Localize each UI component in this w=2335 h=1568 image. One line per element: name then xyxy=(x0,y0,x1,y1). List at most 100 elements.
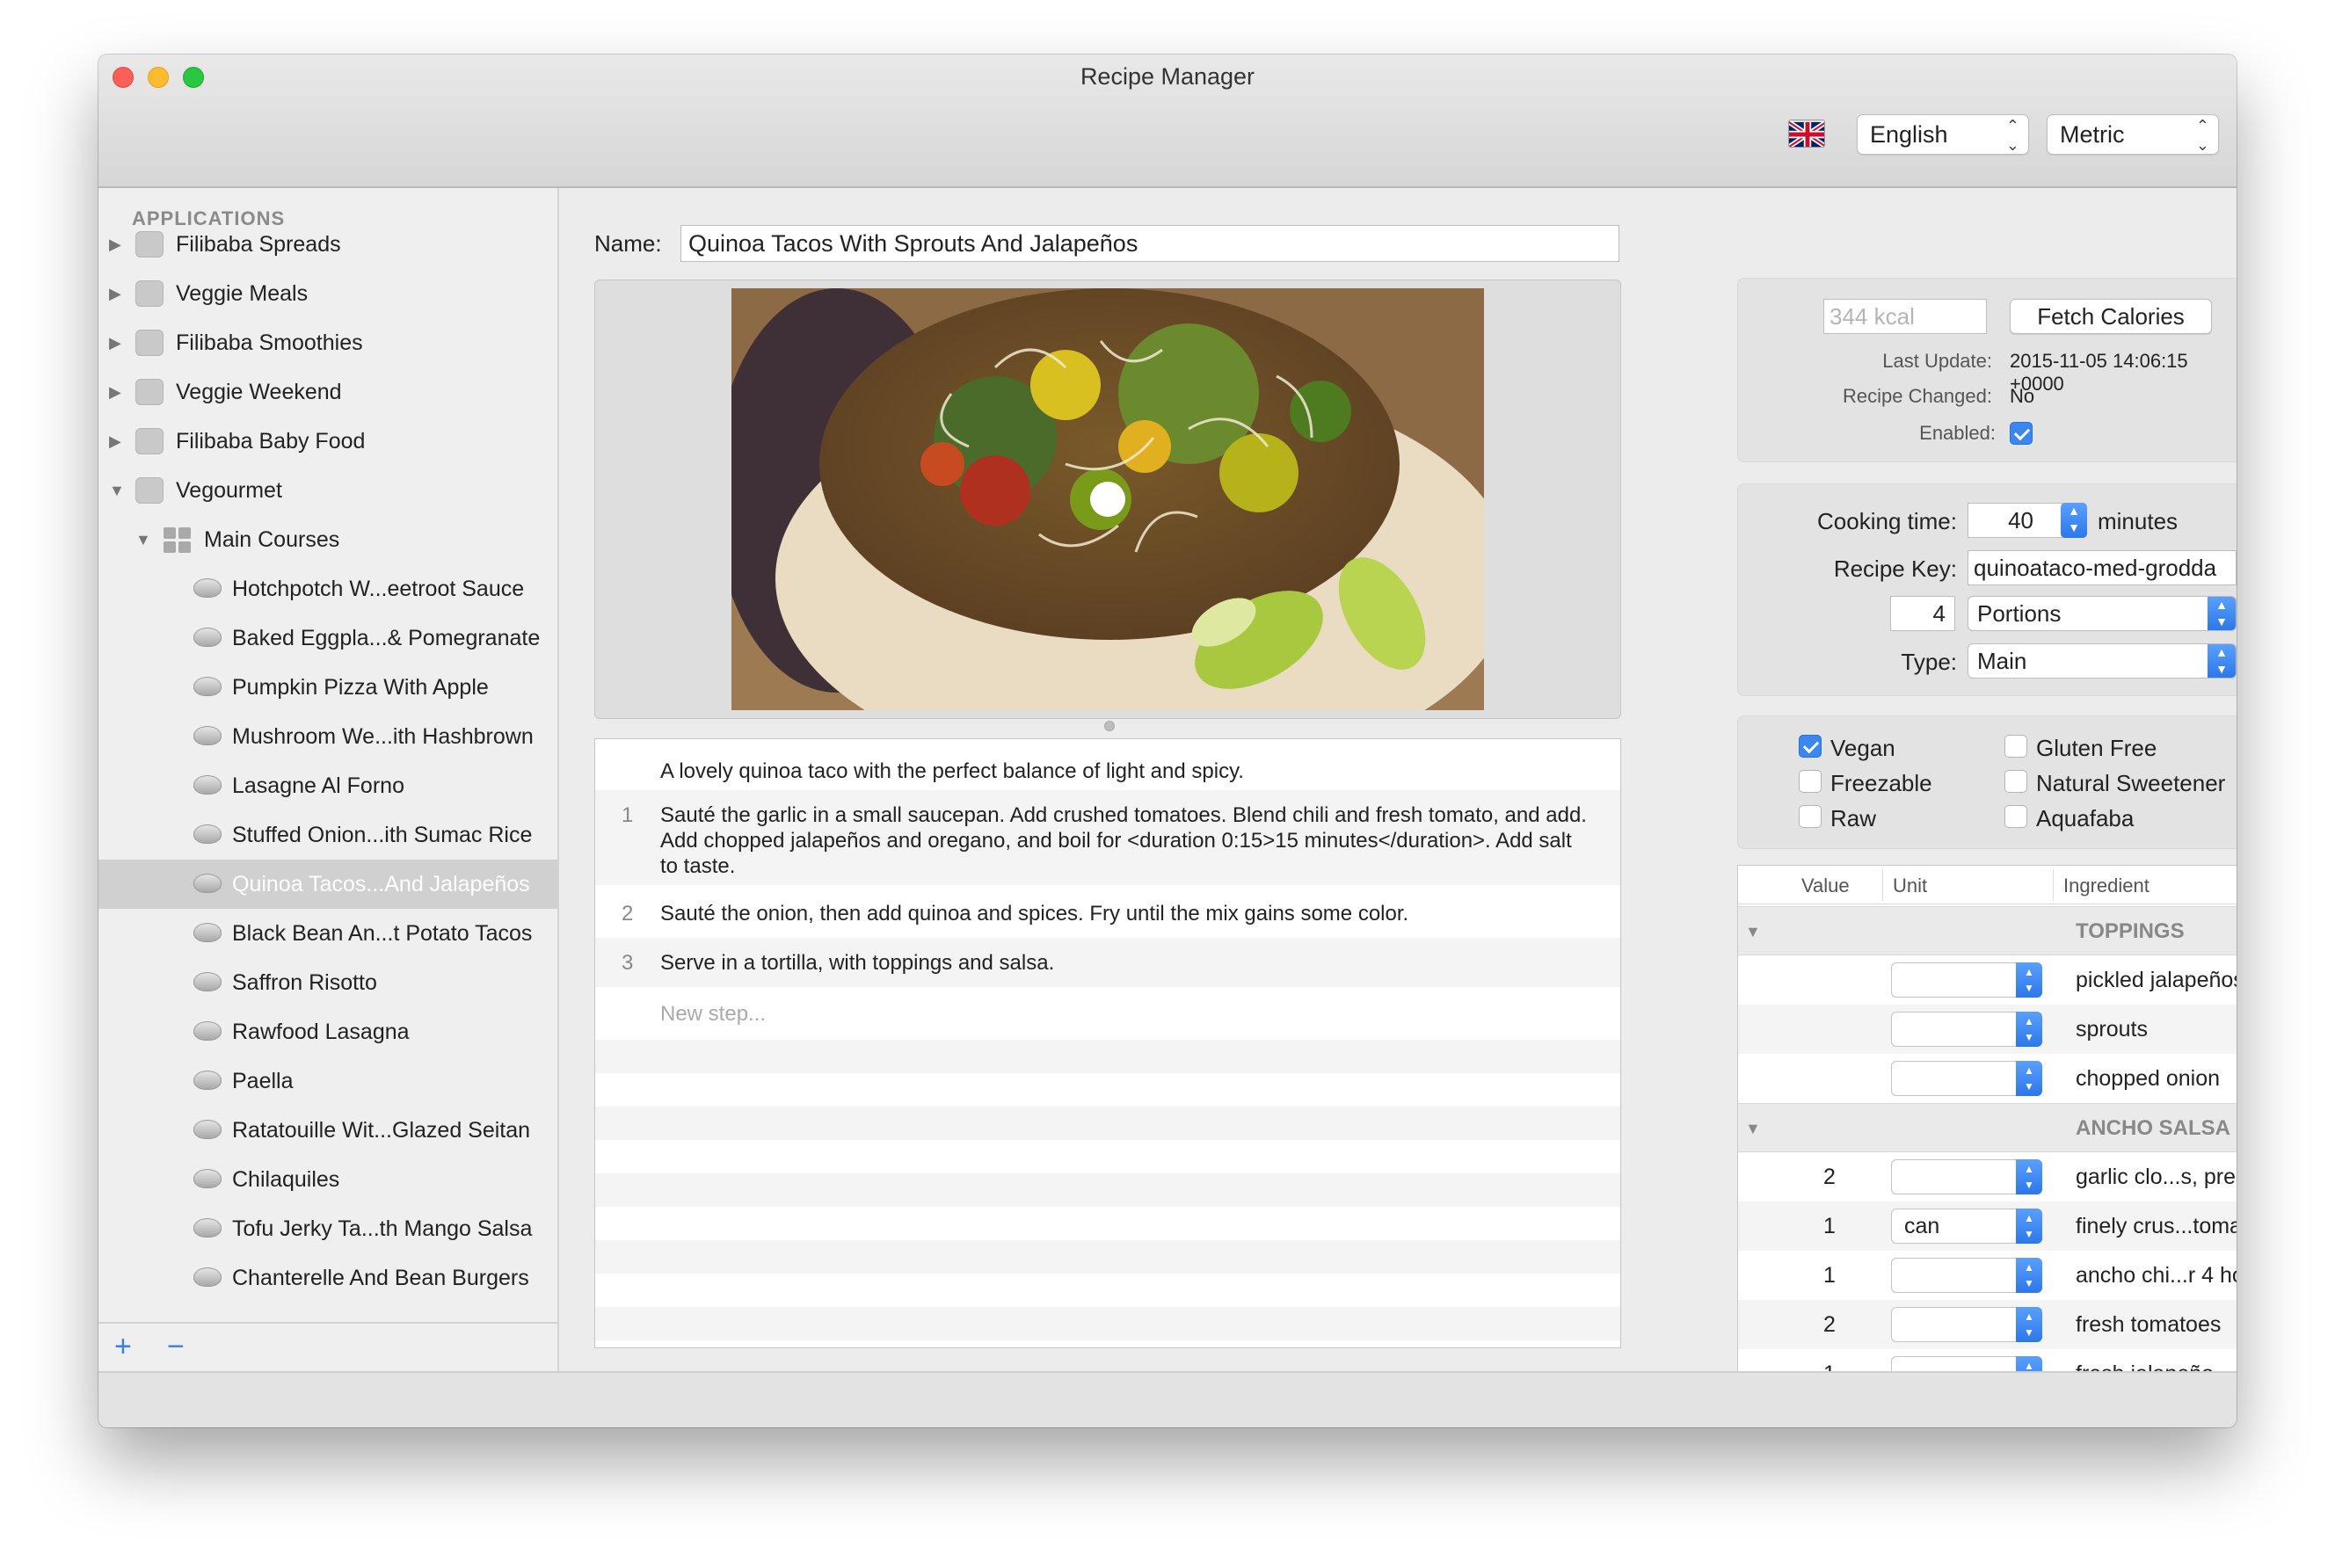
disclosure-open-icon[interactable]: ▼ xyxy=(135,515,151,564)
sidebar-recipe-label: Quinoa Tacos...And Jalapeños xyxy=(232,872,530,897)
sidebar-recipe-item[interactable]: Chilaquiles xyxy=(98,1155,557,1204)
language-select[interactable]: English ⌃ ⌄ xyxy=(1857,114,2029,155)
sidebar-recipe-item[interactable]: Lasagne Al Forno xyxy=(98,761,557,810)
ingredient-name[interactable]: pickled jalapeños xyxy=(2076,955,2237,1005)
sidebar-app-item[interactable]: ▼ Vegourmet xyxy=(98,466,557,515)
sidebar-recipe-item[interactable]: Paella xyxy=(98,1056,557,1106)
ingredient-row[interactable]: 2 ▲▼ garlic clo...s, pressed xyxy=(1738,1152,2237,1201)
language-select-value: English xyxy=(1870,121,1948,148)
sidebar-recipe-item[interactable]: Quinoa Tacos...And Jalapeños xyxy=(98,860,557,909)
step-number: 1 xyxy=(622,803,634,827)
sidebar-recipe-item[interactable]: Stuffed Onion...ith Sumac Rice xyxy=(98,810,557,860)
ingredient-name[interactable]: sprouts xyxy=(2076,1005,2148,1054)
ingredient-name[interactable]: finely crus...tomatoes xyxy=(2076,1201,2237,1251)
calories-field[interactable]: 344 kcal xyxy=(1823,299,1987,334)
sidebar-category-item[interactable]: ▼ Main Courses xyxy=(98,515,557,564)
ingredient-value[interactable]: 1 xyxy=(1794,1201,1865,1251)
updown-chevron-icon: ▲▼ xyxy=(2016,1209,2042,1244)
ingredient-row[interactable]: ▲ ▼ sprouts xyxy=(1738,1005,2237,1054)
ingredient-name[interactable]: fresh tomatoes xyxy=(2076,1300,2221,1349)
app-icon xyxy=(135,231,164,258)
add-button[interactable]: + xyxy=(114,1329,132,1364)
unit-select[interactable]: ▲▼ xyxy=(1891,1307,2042,1342)
natural-sweetener-checkbox[interactable] xyxy=(2004,770,2027,793)
enabled-checkbox[interactable] xyxy=(2010,422,2033,445)
split-view-handle[interactable] xyxy=(1104,721,1115,731)
disclosure-closed-icon[interactable]: ▶ xyxy=(109,220,121,269)
freezable-checkbox[interactable] xyxy=(1799,770,1822,793)
cooking-time-field[interactable]: 40 xyxy=(1968,503,2066,538)
ingredient-row[interactable]: ▲ ▼ chopped onion xyxy=(1738,1054,2237,1103)
ingredient-row[interactable]: ▲ ▼ pickled jalapeños xyxy=(1738,955,2237,1005)
ingredient-name[interactable]: garlic clo...s, pressed xyxy=(2076,1152,2237,1201)
raw-checkbox[interactable] xyxy=(1799,805,1822,828)
ingredient-value[interactable]: 2 xyxy=(1794,1300,1865,1349)
fetch-calories-button[interactable]: Fetch Calories xyxy=(2010,299,2212,334)
column-unit[interactable]: Unit xyxy=(1893,875,1927,897)
type-select[interactable]: Main ▲ ▼ xyxy=(1968,643,2237,679)
step-text: Sauté the garlic in a small saucepan. Ad… xyxy=(660,803,1587,878)
sidebar-recipe-label: Hotchpotch W...eetroot Sauce xyxy=(232,577,525,601)
ingredient-row[interactable]: 1 ▲▼ ancho chi...r 4 hours xyxy=(1738,1251,2237,1300)
column-ingredient[interactable]: Ingredient xyxy=(2063,875,2150,897)
sidebar-app-item[interactable]: ▶ Veggie Meals xyxy=(98,269,557,318)
ingredient-group-row[interactable]: ▼ ANCHO SALSA xyxy=(1738,1103,2237,1152)
recipe-key-field[interactable]: quinoataco-med-grodda xyxy=(1968,550,2237,585)
unit-select[interactable]: ▲▼ xyxy=(1891,962,2042,998)
updown-chevron-icon: ▲▼ xyxy=(2208,644,2236,678)
unit-select[interactable]: ▲▼ xyxy=(1891,1159,2042,1194)
disclosure-closed-icon[interactable]: ▶ xyxy=(109,269,121,318)
app-icon xyxy=(135,330,164,356)
unit-select[interactable]: ▲▼ xyxy=(1891,1061,2042,1096)
ingredient-row[interactable]: 1 can ▲▼ finely crus...tomatoes xyxy=(1738,1201,2237,1251)
ingredient-name[interactable]: chopped onion xyxy=(2076,1054,2220,1103)
bowl-icon xyxy=(193,923,222,942)
sidebar-recipe-item[interactable]: Ratatouille Wit...Glazed Seitan xyxy=(98,1106,557,1155)
remove-button[interactable]: − xyxy=(167,1329,185,1364)
sidebar-app-item[interactable]: ▶ Filibaba Baby Food xyxy=(98,417,557,466)
sidebar-recipe-item[interactable]: Tofu Jerky Ta...th Mango Salsa xyxy=(98,1204,557,1253)
ingredient-name[interactable]: ancho chi...r 4 hours xyxy=(2076,1251,2237,1300)
disclosure-open-icon[interactable]: ▼ xyxy=(1745,1104,1761,1153)
updown-chevron-icon: ⌃ ⌄ xyxy=(2005,117,2019,154)
column-value[interactable]: Value xyxy=(1801,875,1850,897)
sidebar-recipe-item[interactable]: Mushroom We...ith Hashbrown xyxy=(98,712,557,761)
sidebar-recipe-item[interactable]: Baked Eggpla...& Pomegranate xyxy=(98,613,557,663)
sidebar-app-label: Filibaba Smoothies xyxy=(176,330,363,355)
unit-select[interactable]: ▲▼ xyxy=(1891,1258,2042,1293)
gluten-free-checkbox[interactable] xyxy=(2004,735,2027,758)
sidebar-recipe-item[interactable]: Black Bean An...t Potato Tacos xyxy=(98,909,557,958)
sidebar-app-item[interactable]: ▶ Filibaba Spreads xyxy=(98,220,557,269)
ingredient-value[interactable]: 1 xyxy=(1794,1251,1865,1300)
sidebar-recipe-item[interactable]: Rawfood Lasagna xyxy=(98,1007,557,1056)
disclosure-open-icon[interactable]: ▼ xyxy=(1745,907,1761,956)
portions-count-field[interactable]: 4 xyxy=(1890,596,1955,631)
bowl-icon xyxy=(193,874,222,893)
sidebar-recipe-label: Baked Eggpla...& Pomegranate xyxy=(232,626,541,650)
sidebar-recipe-item[interactable]: Hotchpotch W...eetroot Sauce xyxy=(98,564,557,613)
sidebar-recipe-item[interactable]: Chanterelle And Bean Burgers xyxy=(98,1253,557,1303)
aquafaba-checkbox[interactable] xyxy=(2004,805,2027,828)
unit-select[interactable]: can ▲ ▼ xyxy=(1891,1209,2042,1244)
units-select[interactable]: Metric ⌃ ⌄ xyxy=(2047,114,2219,155)
vegan-checkbox[interactable] xyxy=(1799,735,1822,758)
ingredient-group-row[interactable]: ▼ TOPPINGS xyxy=(1738,906,2237,955)
disclosure-closed-icon[interactable]: ▶ xyxy=(109,367,121,417)
sidebar-app-label: Veggie Weekend xyxy=(176,380,342,404)
disclosure-closed-icon[interactable]: ▶ xyxy=(109,417,121,466)
portions-select[interactable]: Portions ▲ ▼ xyxy=(1968,596,2237,631)
ingredient-row[interactable]: 2 ▲ ▼ fresh tomatoes xyxy=(1738,1300,2237,1349)
sidebar-app-item[interactable]: ▶ Veggie Weekend xyxy=(98,367,557,417)
sidebar-app-item[interactable]: ▶ Filibaba Smoothies xyxy=(98,318,557,367)
cooking-time-stepper[interactable]: ▲ ▼ xyxy=(2061,503,2087,538)
ingredient-value[interactable]: 2 xyxy=(1794,1152,1865,1201)
recipe-name-field[interactable]: Quinoa Tacos With Sprouts And Jalapeños xyxy=(680,225,1619,262)
sidebar-recipe-item[interactable]: Pumpkin Pizza With Apple xyxy=(98,663,557,712)
disclosure-closed-icon[interactable]: ▶ xyxy=(109,318,121,367)
disclosure-open-icon[interactable]: ▼ xyxy=(109,466,125,515)
step-number: 3 xyxy=(622,951,634,975)
unit-select[interactable]: ▲▼ xyxy=(1891,1012,2042,1047)
gluten-free-label: Gluten Free xyxy=(2036,735,2157,761)
bowl-icon xyxy=(193,1218,222,1238)
sidebar-recipe-item[interactable]: Saffron Risotto xyxy=(98,958,557,1007)
